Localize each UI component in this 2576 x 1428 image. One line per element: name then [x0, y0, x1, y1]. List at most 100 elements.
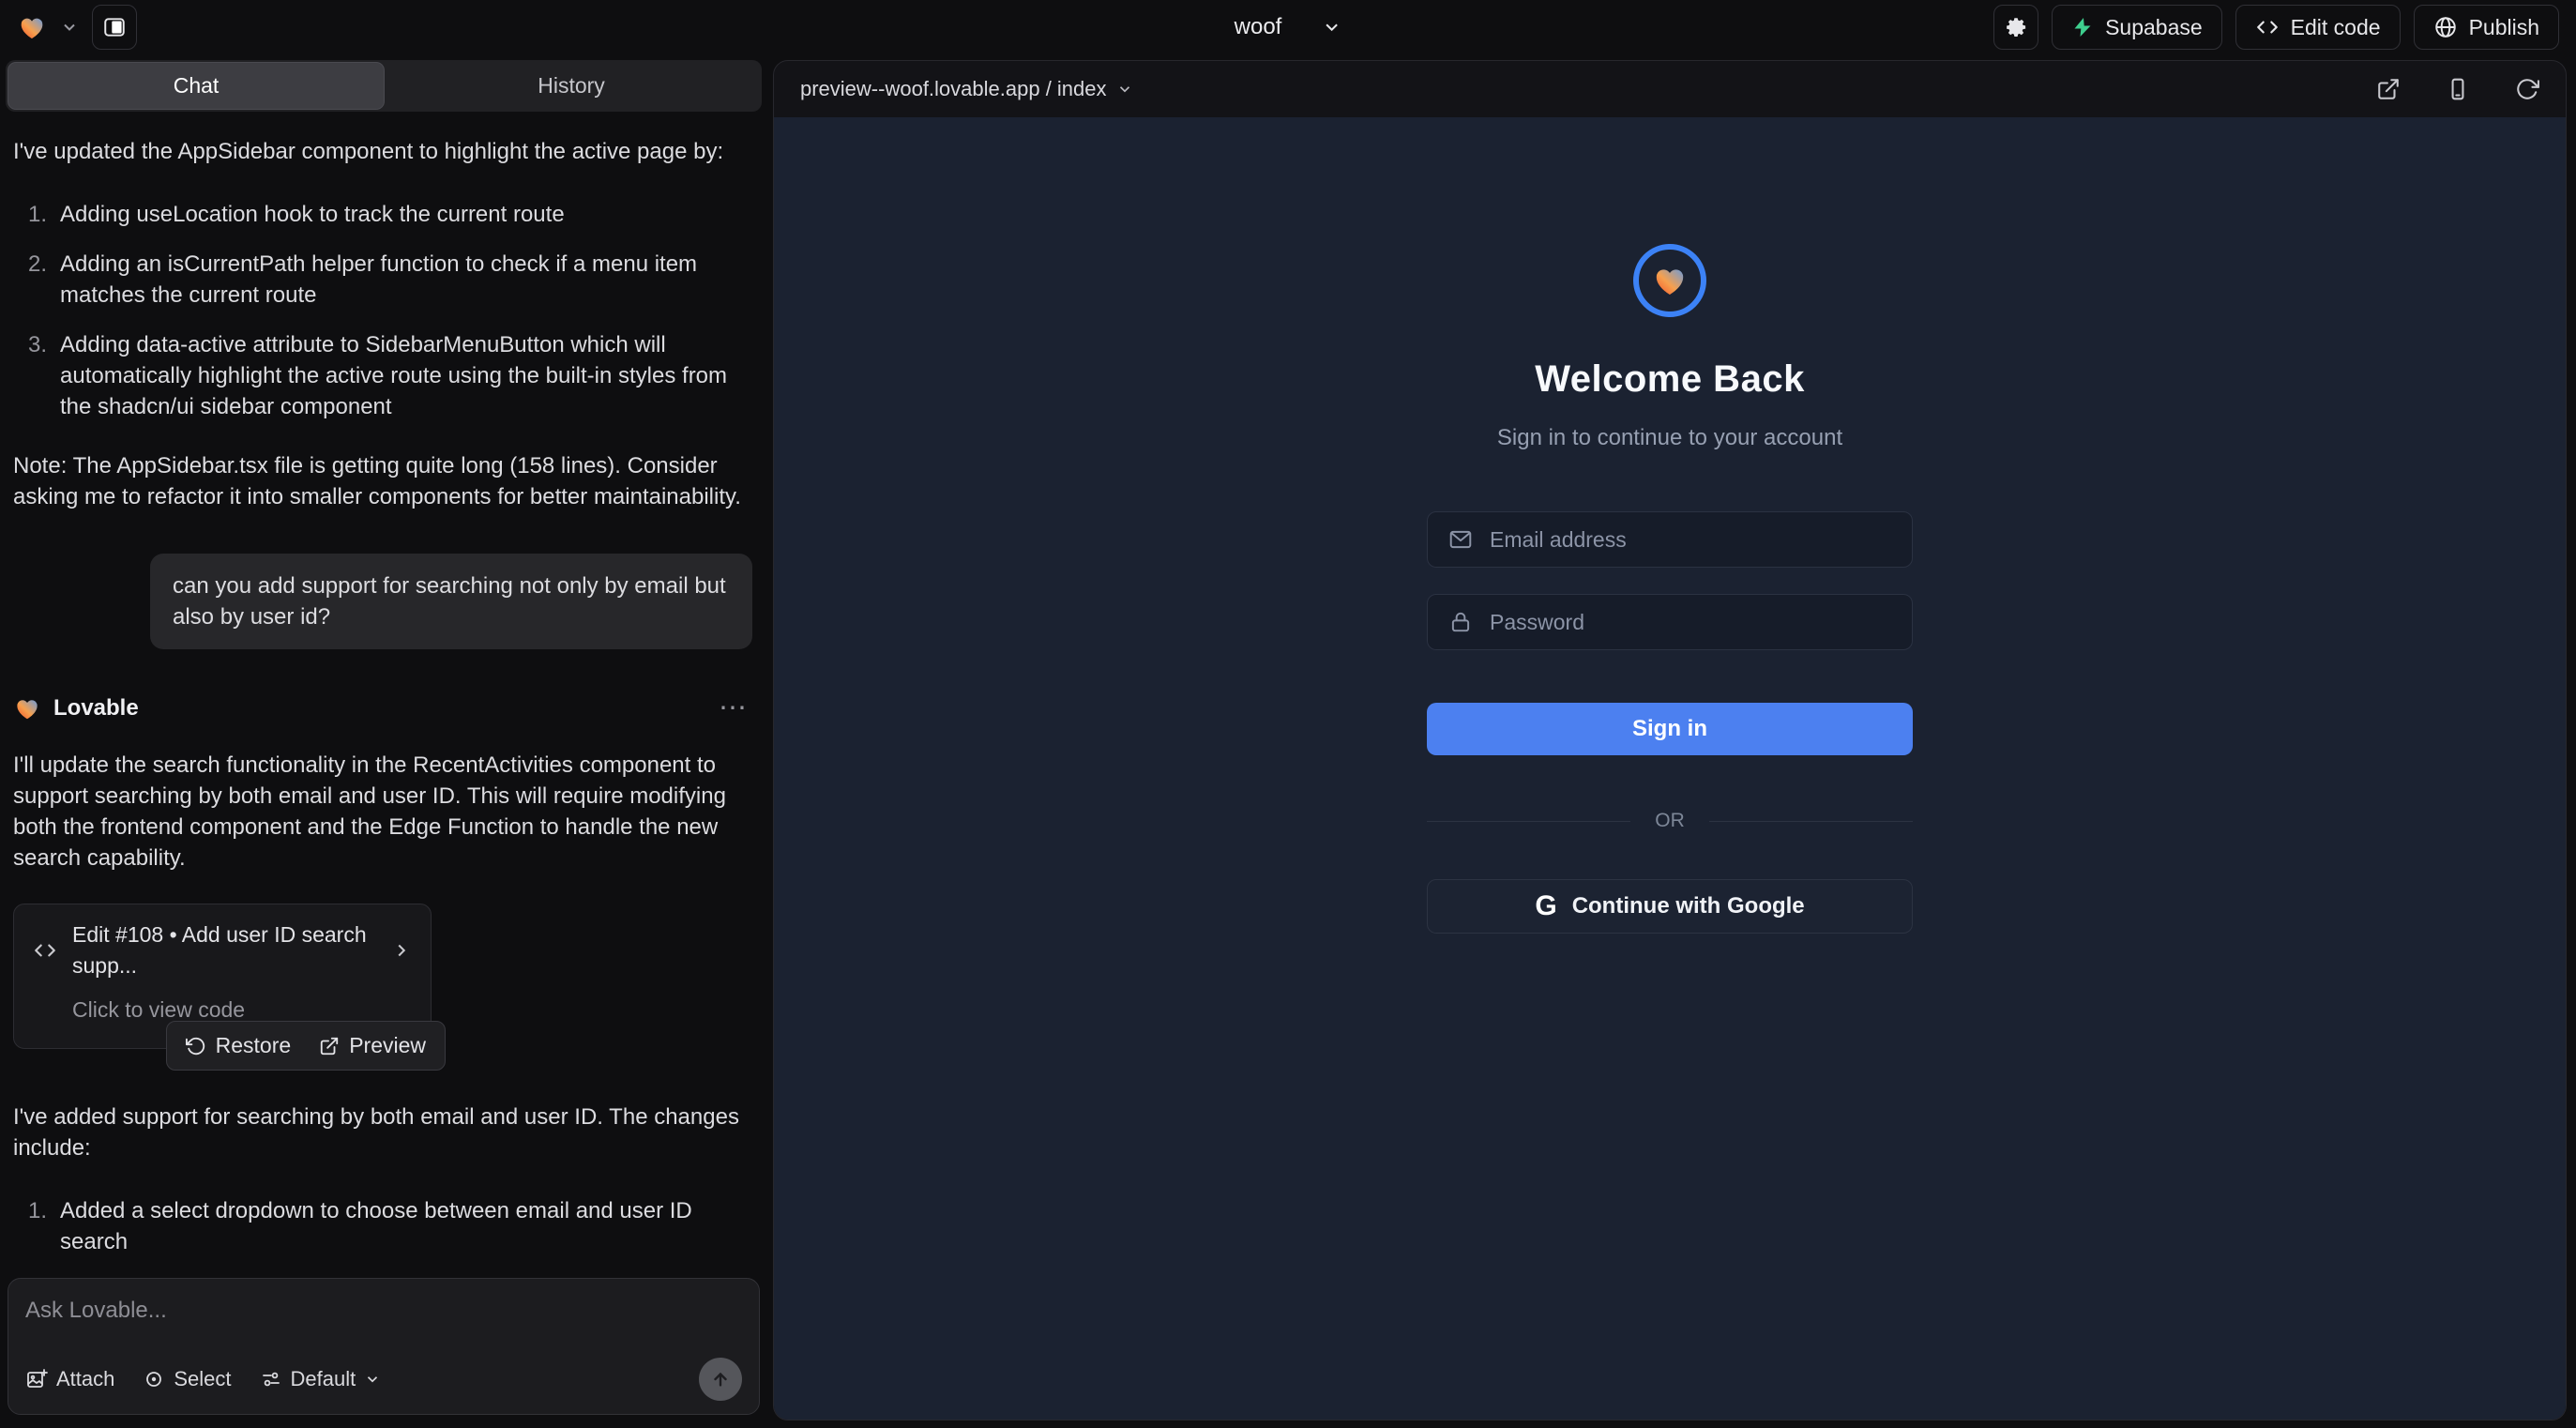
publish-label: Publish	[2469, 15, 2539, 40]
chat-messages: I've updated the AppSidebar component to…	[0, 112, 767, 1267]
lovable-app-window: woof Supabase Edit code	[0, 0, 2576, 1428]
tab-chat[interactable]: Chat	[8, 63, 384, 109]
preview-panel: preview--woof.lovable.app / index	[773, 60, 2567, 1420]
edit-code-card[interactable]: Edit #108 • Add user ID search supp... C…	[13, 904, 432, 1049]
project-name: woof	[1235, 14, 1282, 40]
composer-toolbar: Attach Select Default	[25, 1358, 742, 1401]
assistant-paragraph: I've updated the AppSidebar component to…	[13, 136, 752, 167]
code-brackets-icon	[33, 938, 57, 963]
chat-history-tabs: Chat History	[6, 60, 762, 112]
assistant-numbered-list: Added a select dropdown to choose betwee…	[13, 1195, 752, 1267]
external-link-icon	[319, 1036, 340, 1056]
attach-button[interactable]: Attach	[25, 1367, 114, 1391]
chat-input[interactable]: Ask Lovable...	[25, 1298, 742, 1324]
restore-label: Restore	[216, 1030, 292, 1061]
target-icon	[143, 1368, 165, 1390]
edit-card-title-row: Edit #108 • Add user ID search supp...	[33, 919, 412, 981]
user-message-row: can you add support for searching not on…	[13, 554, 752, 649]
topbar: woof Supabase Edit code	[0, 0, 2576, 54]
attach-label: Attach	[56, 1367, 114, 1391]
password-field[interactable]: Password	[1427, 594, 1913, 650]
restore-button[interactable]: Restore	[186, 1030, 292, 1061]
settings-button[interactable]	[1993, 5, 2038, 50]
preview-button[interactable]: Preview	[319, 1030, 426, 1061]
assistant-paragraph: I'll update the search functionality in …	[13, 750, 752, 874]
chat-composer[interactable]: Ask Lovable... Attach Select	[8, 1278, 760, 1415]
edit-code-label: Edit code	[2291, 15, 2381, 40]
supabase-button[interactable]: Supabase	[2052, 5, 2222, 50]
gear-icon	[2004, 15, 2028, 39]
chevron-down-icon	[1116, 81, 1133, 98]
preview-url-dropdown[interactable]: preview--woof.lovable.app / index	[800, 77, 1133, 101]
email-placeholder: Email address	[1490, 527, 1627, 553]
tab-history[interactable]: History	[384, 63, 759, 109]
select-element-button[interactable]: Select	[143, 1367, 231, 1391]
welcome-subtitle: Sign in to continue to your account	[1497, 425, 1842, 451]
divider-line	[1427, 821, 1630, 822]
email-field[interactable]: Email address	[1427, 511, 1913, 568]
supabase-bolt-icon	[2071, 16, 2094, 38]
mail-icon	[1448, 527, 1473, 552]
toggle-sidebar-button[interactable]	[92, 5, 137, 50]
globe-icon	[2433, 15, 2458, 39]
edit-code-button[interactable]: Edit code	[2235, 5, 2401, 50]
preview-viewport: Welcome Back Sign in to continue to your…	[774, 117, 2566, 1420]
chat-panel: Chat History I've updated the AppSidebar…	[0, 54, 767, 1428]
code-brackets-icon	[2255, 15, 2280, 39]
lovable-heart-icon	[13, 694, 41, 722]
preview-actions	[2376, 77, 2539, 101]
mobile-view-icon[interactable]	[2446, 77, 2470, 101]
sign-in-card: Welcome Back Sign in to continue to your…	[1427, 244, 1913, 1420]
project-chevron-down-icon	[1321, 17, 1341, 38]
open-in-new-tab-icon[interactable]	[2376, 77, 2401, 101]
google-g-icon: G	[1535, 890, 1556, 922]
restore-icon	[186, 1036, 206, 1056]
more-options-icon[interactable]: ⋯	[719, 699, 752, 718]
logo-chevron-down-icon[interactable]	[60, 18, 79, 37]
divider-line	[1709, 821, 1913, 822]
assistant-name: Lovable	[53, 692, 139, 723]
assistant-paragraph: I've added support for searching by both…	[13, 1101, 752, 1163]
sign-in-button[interactable]: Sign in	[1427, 703, 1913, 755]
chevron-right-icon	[391, 940, 412, 961]
preview-header: preview--woof.lovable.app / index	[774, 61, 2566, 117]
list-item: Adding data-active attribute to SidebarM…	[13, 329, 752, 422]
edit-card-actions: Restore Preview	[166, 1021, 446, 1071]
project-switcher[interactable]: woof	[1235, 14, 1342, 40]
supabase-label: Supabase	[2105, 15, 2203, 40]
list-item: Added a select dropdown to choose betwee…	[13, 1195, 752, 1257]
preview-url-label: preview--woof.lovable.app / index	[800, 77, 1107, 101]
publish-button[interactable]: Publish	[2414, 5, 2559, 50]
list-item: Adding useLocation hook to track the cur…	[13, 199, 752, 230]
assistant-header: Lovable ⋯	[13, 692, 752, 723]
main-area: Chat History I've updated the AppSidebar…	[0, 54, 2576, 1428]
refresh-icon[interactable]	[2515, 77, 2539, 101]
password-placeholder: Password	[1490, 610, 1584, 635]
google-button-label: Continue with Google	[1572, 893, 1805, 919]
user-message-bubble: can you add support for searching not on…	[150, 554, 752, 649]
arrow-up-icon	[710, 1369, 731, 1390]
topbar-left	[17, 5, 137, 50]
mode-label: Default	[291, 1367, 356, 1391]
assistant-note: Note: The AppSidebar.tsx file is getting…	[13, 450, 752, 512]
continue-with-google-button[interactable]: G Continue with Google	[1427, 879, 1913, 934]
chevron-down-icon	[364, 1371, 381, 1388]
topbar-right: Supabase Edit code Publish	[1993, 5, 2559, 50]
preview-label: Preview	[349, 1030, 426, 1061]
welcome-heading: Welcome Back	[1535, 358, 1805, 401]
panel-left-icon	[102, 15, 127, 39]
send-button[interactable]	[699, 1358, 742, 1401]
app-logo-heart-icon	[1651, 262, 1689, 299]
image-plus-icon	[25, 1368, 48, 1390]
sliders-icon	[260, 1368, 282, 1390]
select-label: Select	[174, 1367, 231, 1391]
edit-card-title: Edit #108 • Add user ID search supp...	[72, 919, 376, 981]
lovable-logo-heart-icon[interactable]	[17, 12, 47, 42]
list-item: Adding an isCurrentPath helper function …	[13, 249, 752, 311]
app-logo-ring	[1633, 244, 1706, 317]
assistant-numbered-list: Adding useLocation hook to track the cur…	[13, 199, 752, 422]
chat-mode-dropdown[interactable]: Default	[260, 1367, 382, 1391]
or-label: OR	[1655, 810, 1685, 832]
or-divider: OR	[1427, 810, 1913, 832]
lock-icon	[1448, 610, 1473, 634]
